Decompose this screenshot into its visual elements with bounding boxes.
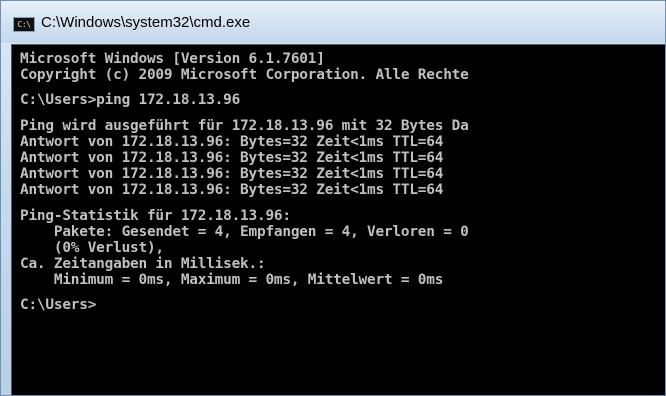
cmd-window: C:\ C:\Windows\system32\cmd.exe Microsof… xyxy=(0,0,666,396)
console-line: C:\Users>ping 172.18.13.96 xyxy=(20,92,241,109)
console-line: Pakete: Gesendet = 4, Empfangen = 4, Ver… xyxy=(20,223,469,240)
console-line: Ping-Statistik für 172.18.13.96: xyxy=(20,207,291,224)
title-bar[interactable]: C:\ C:\Windows\system32\cmd.exe xyxy=(1,1,665,43)
console-line: Minimum = 0ms, Maximum = 0ms, Mittelwert… xyxy=(20,272,444,289)
console-line: Antwort von 172.18.13.96: Bytes=32 Zeit<… xyxy=(20,133,444,150)
console-line: Microsoft Windows [Version 6.1.7601] xyxy=(20,51,325,67)
console-line: Antwort von 172.18.13.96: Bytes=32 Zeit<… xyxy=(20,149,444,166)
console-area[interactable]: Microsoft Windows [Version 6.1.7601] Copy… xyxy=(11,44,665,395)
console-line: Ping wird ausgeführt für 172.18.13.96 mi… xyxy=(20,117,469,134)
console-line: Ca. Zeitangaben in Millisek.: xyxy=(20,256,266,273)
console-line: Antwort von 172.18.13.96: Bytes=32 Zeit<… xyxy=(20,166,444,183)
console-line: Antwort von 172.18.13.96: Bytes=32 Zeit<… xyxy=(20,182,444,199)
console-line: (0% Verlust), xyxy=(20,239,164,256)
console-output: Microsoft Windows [Version 6.1.7601] Copy… xyxy=(20,51,469,314)
cmd-app-icon[interactable]: C:\ xyxy=(13,17,35,32)
console-line: C:\Users> xyxy=(20,297,97,314)
console-line: Copyright (c) 2009 Microsoft Corporation… xyxy=(20,67,469,84)
window-title: C:\Windows\system32\cmd.exe xyxy=(41,14,251,31)
